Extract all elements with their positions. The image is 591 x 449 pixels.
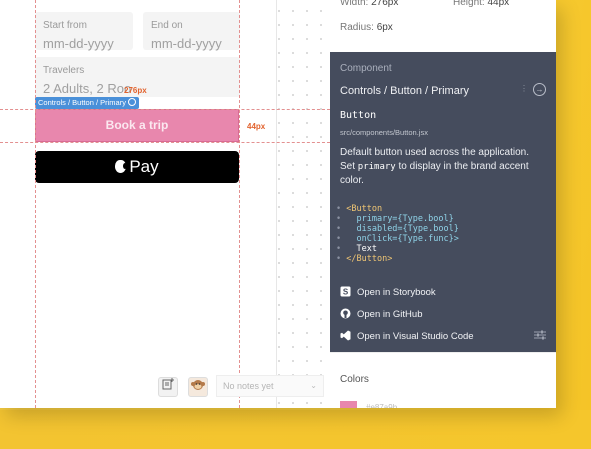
component-name: Button: [340, 110, 377, 121]
chevron-down-icon: ⌄: [310, 381, 317, 390]
width-dimension-label: 276px: [124, 86, 147, 95]
component-description: Default button used across the applicati…: [340, 147, 530, 186]
target-icon: [127, 98, 136, 106]
storybook-icon: S: [340, 286, 351, 297]
start-date-field[interactable]: Start from mm-dd-yyyy: [35, 12, 133, 51]
apple-icon: [115, 160, 128, 173]
monkey-icon: [191, 380, 205, 390]
code-snippet: • <Button • primary={Type.bool} • disabl…: [336, 204, 459, 264]
radius-property: Radius: 6px: [340, 22, 393, 33]
avatar-button[interactable]: [188, 377, 208, 397]
width-property: Width: 276px: [340, 0, 399, 8]
app-window: Start from mm-dd-yyyy End on mm-dd-yyyy …: [0, 0, 556, 408]
color-swatch-label: #e87a9b: [366, 403, 398, 408]
notes-select[interactable]: No notes yet ⌄: [216, 375, 324, 397]
guide-line-right: [239, 0, 240, 408]
start-date-label: Start from: [43, 20, 87, 31]
vscode-icon: [340, 330, 351, 341]
color-swatch[interactable]: [340, 401, 357, 408]
end-date-field[interactable]: End on mm-dd-yyyy: [143, 12, 240, 51]
notes-placeholder: No notes yet: [223, 381, 274, 391]
end-date-placeholder: mm-dd-yyyy: [151, 36, 222, 51]
component-preview: Start from mm-dd-yyyy End on mm-dd-yyyy …: [0, 0, 276, 408]
more-icon[interactable]: ⋮: [520, 84, 528, 93]
component-panel: Component Controls / Button / Primary ⋮ …: [330, 52, 556, 352]
properties-panel: Width: 276px Height: 44px Radius: 6px: [330, 0, 556, 52]
settings-sliders-icon[interactable]: [534, 330, 546, 340]
open-github-link[interactable]: Open in GitHub: [340, 308, 422, 320]
travelers-label: Travelers: [43, 65, 85, 76]
colors-header: Colors: [340, 374, 369, 385]
guide-line-left: [35, 0, 36, 408]
svg-text:S: S: [343, 288, 349, 297]
height-dimension-label: 44px: [247, 122, 266, 131]
open-storybook-link[interactable]: S Open in Storybook: [340, 286, 436, 298]
component-badge-label: Controls / Button / Primary: [38, 98, 126, 107]
yellow-backdrop-strip: [0, 410, 591, 449]
apple-pay-label: Pay: [129, 157, 159, 176]
note-add-icon: [162, 378, 174, 390]
inline-code: primary: [357, 162, 396, 172]
github-icon: [340, 308, 351, 319]
component-path: Controls / Button / Primary: [340, 85, 469, 97]
guide-line-bottom: [0, 142, 330, 143]
component-header: Component: [340, 63, 392, 74]
height-property: Height: 44px: [453, 0, 510, 8]
add-note-button[interactable]: [158, 377, 178, 397]
start-date-placeholder: mm-dd-yyyy: [43, 36, 114, 51]
travelers-value: 2 Adults, 2 Roo: [43, 81, 132, 96]
colors-panel: Colors #e87a9b: [330, 352, 556, 408]
book-trip-button[interactable]: Book a trip: [35, 109, 239, 142]
apple-pay-button[interactable]: Pay: [35, 151, 239, 183]
guide-line-top: [0, 109, 330, 110]
open-vscode-link[interactable]: Open in Visual Studio Code: [340, 330, 474, 342]
component-selection-badge[interactable]: Controls / Button / Primary: [35, 97, 139, 109]
end-date-label: End on: [151, 20, 183, 31]
preview-divider: [276, 0, 277, 408]
open-arrow-icon[interactable]: →: [533, 83, 546, 96]
component-file-path: src/components/Button.jsx: [340, 128, 428, 137]
